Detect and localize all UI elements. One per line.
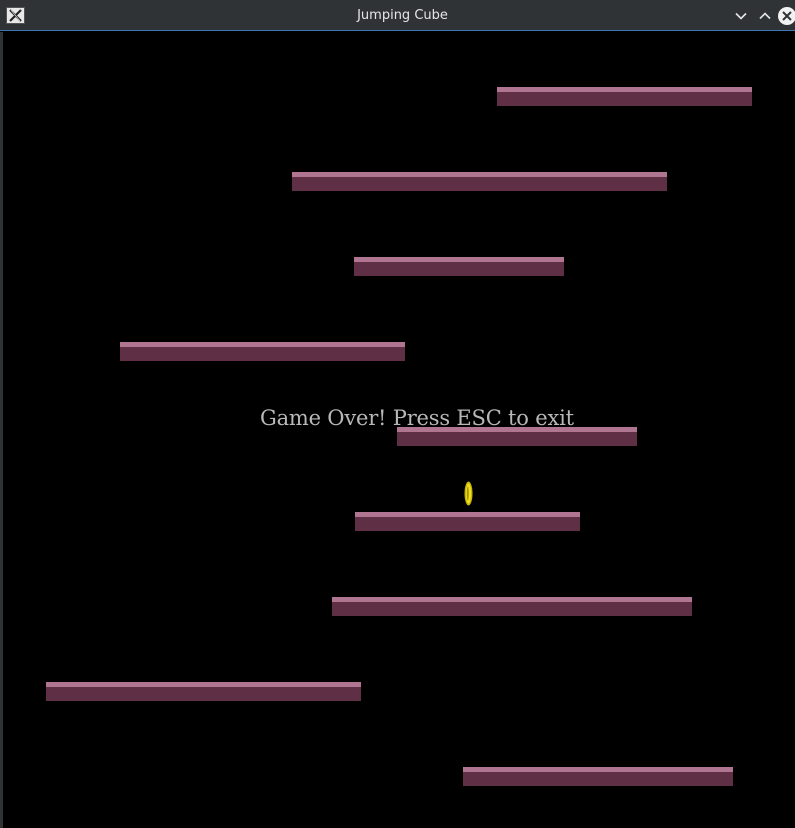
platform bbox=[355, 512, 580, 531]
platform bbox=[332, 597, 692, 616]
close-icon[interactable] bbox=[777, 6, 795, 26]
platform bbox=[354, 257, 564, 276]
platform bbox=[46, 682, 361, 701]
window-title: Jumping Cube bbox=[357, 8, 448, 23]
title-bar[interactable]: Jumping Cube bbox=[0, 0, 795, 31]
coin-icon bbox=[464, 481, 473, 506]
platform bbox=[120, 342, 405, 361]
maximize-icon[interactable] bbox=[755, 6, 775, 26]
platform bbox=[292, 172, 667, 191]
platform bbox=[497, 87, 752, 106]
game-over-message: Game Over! Press ESC to exit bbox=[260, 406, 574, 430]
minimize-icon[interactable] bbox=[731, 6, 751, 26]
game-window: Jumping Cube Game Over! Press ESC to exi… bbox=[0, 0, 795, 828]
platform bbox=[463, 767, 733, 786]
